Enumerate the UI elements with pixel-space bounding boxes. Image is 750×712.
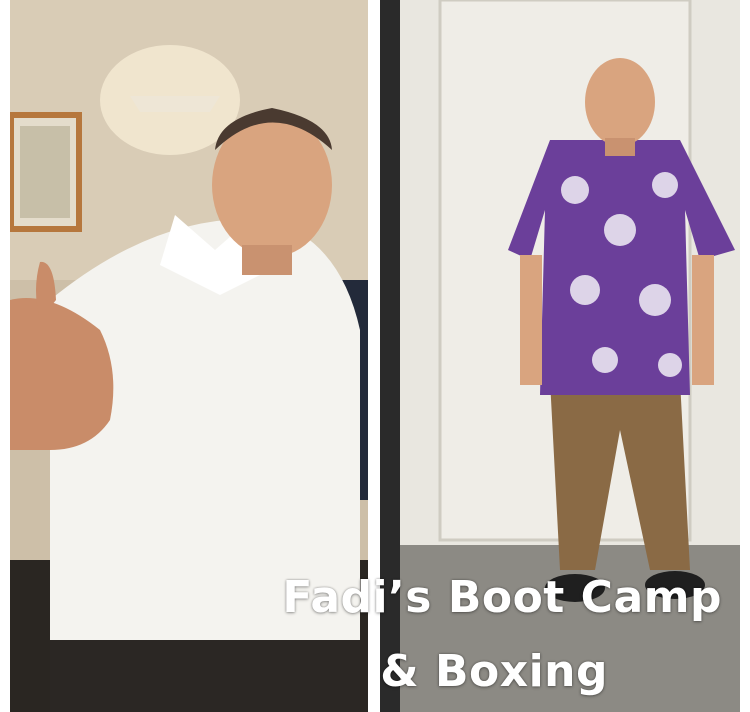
left-arm [520, 255, 542, 385]
before-after-collage: Fadi’s Boot Camp & Boxing [0, 0, 750, 712]
shirt-flower [658, 353, 682, 377]
shirt-flower [592, 347, 618, 373]
picture-art [20, 126, 70, 218]
white-shirt [50, 219, 360, 712]
shirt-flower [639, 284, 671, 316]
shirt-flower [652, 172, 678, 198]
caption-line-2: & Boxing [380, 646, 608, 697]
shirt-flower [561, 176, 589, 204]
caption-line-1: Fadi’s Boot Camp [282, 572, 722, 623]
right-arm [692, 255, 714, 385]
shirt-flower [570, 275, 600, 305]
shirt-flower [604, 214, 636, 246]
neck [605, 138, 635, 156]
wall-lamp [130, 96, 220, 112]
head [585, 58, 655, 146]
neck [242, 245, 292, 275]
